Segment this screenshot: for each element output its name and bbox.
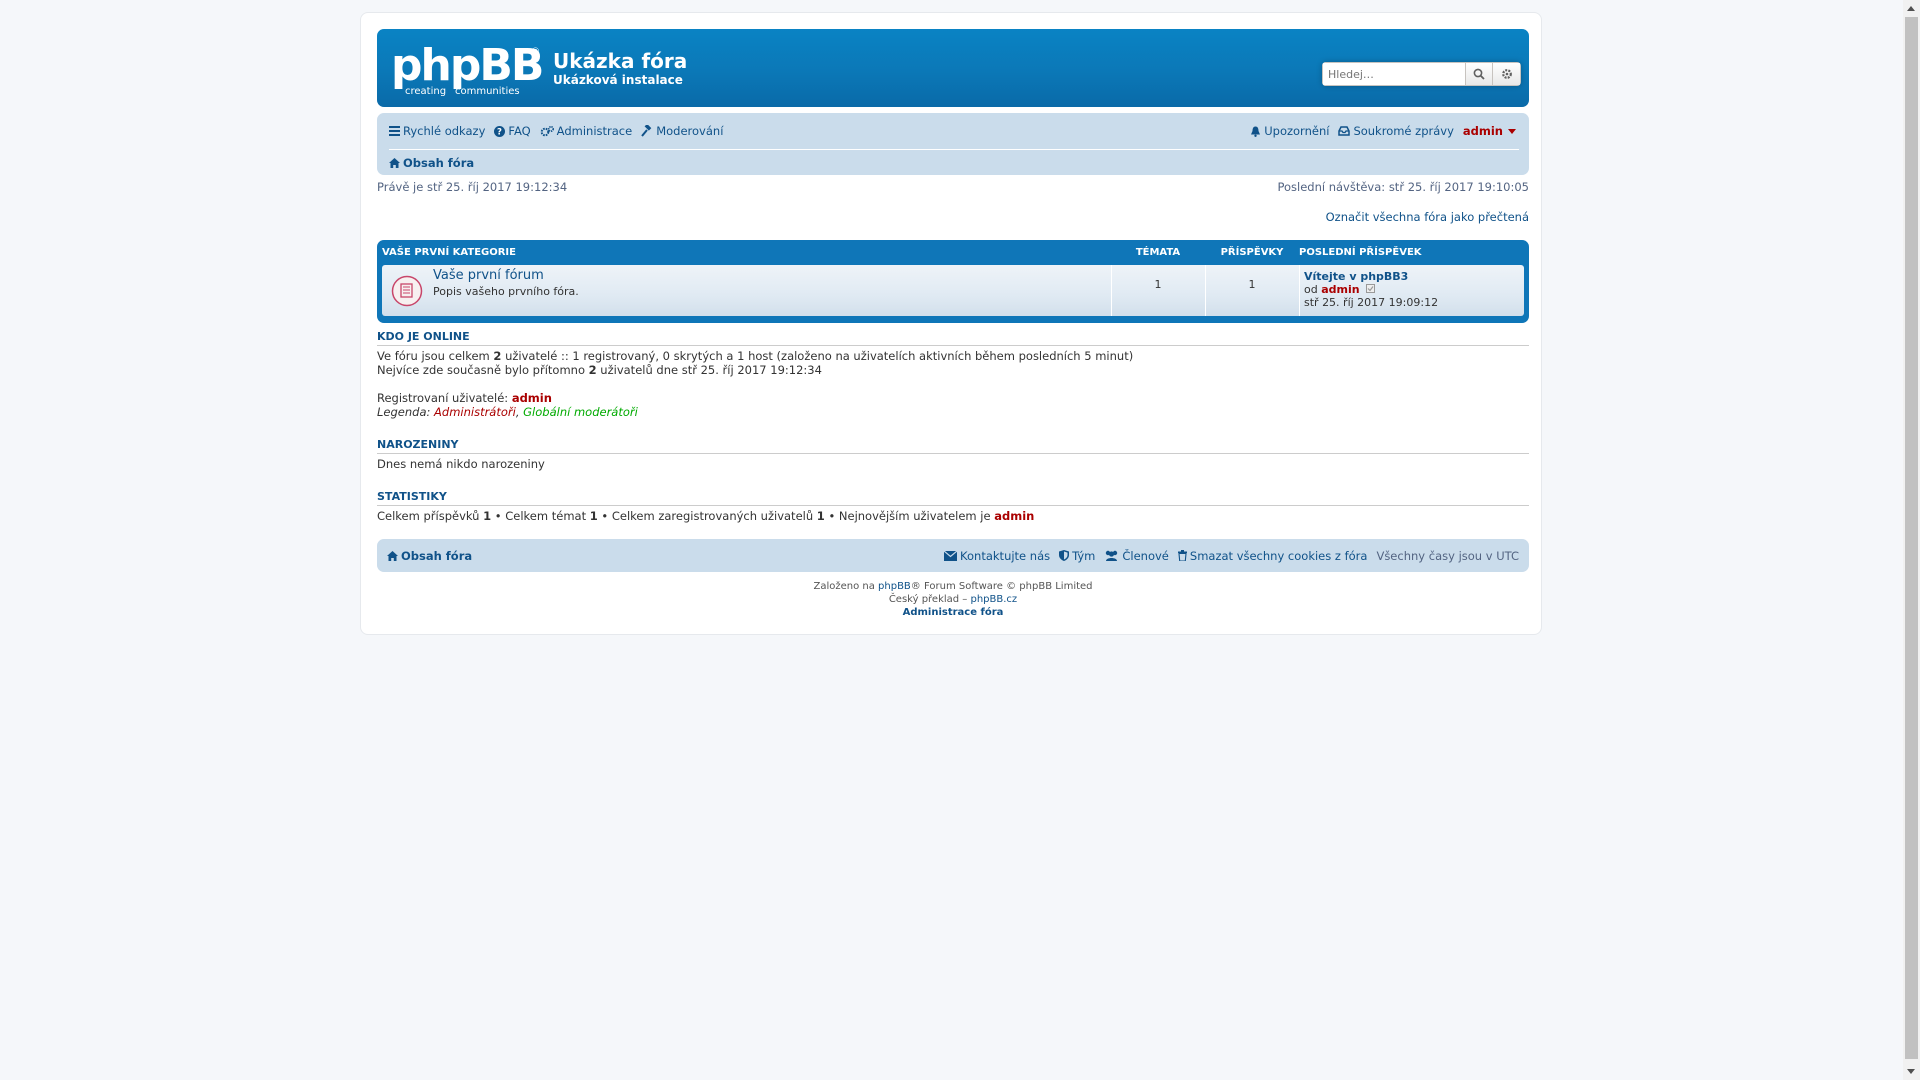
header-bar: phpBB ® creating communities Ukázka fóra… [377, 29, 1529, 107]
forum-read-icon [391, 275, 423, 307]
legend-admins-link[interactable]: Administrátoři [434, 405, 516, 419]
private-messages-link[interactable]: Soukromé zprávy [1338, 124, 1454, 138]
logo-reg: ® [531, 47, 540, 57]
faq-link[interactable]: ? FAQ [494, 124, 531, 138]
scroll-down-arrow[interactable] [1907, 1069, 1915, 1074]
newest-user-link[interactable]: admin [994, 509, 1034, 523]
svg-text:?: ? [497, 127, 502, 136]
online-line-2: Nejvíce zde současně bylo přítomno 2 uži… [377, 363, 822, 377]
birthdays-text: Dnes nemá nikdo narozeniny [377, 457, 545, 471]
search-button[interactable] [1465, 62, 1493, 86]
time-info: Právě je stř 25. říj 2017 19:12:34 Posle… [377, 180, 1529, 194]
search-box [1322, 62, 1521, 86]
phpbb-logo[interactable]: phpBB ® creating communities [391, 44, 543, 96]
who-is-online-heading[interactable]: Kdo je online [377, 330, 1529, 346]
caret-down-icon [1508, 128, 1516, 134]
forum-list: Vaše první kategorie Témata Příspěvky Po… [377, 240, 1529, 323]
search-icon [1473, 68, 1485, 80]
view-latest-post-icon[interactable] [1366, 284, 1376, 293]
phpbb-cz-link[interactable]: phpBB.cz [970, 594, 1017, 605]
gear-icon [1501, 69, 1512, 79]
legend: Legenda: Administrátoři, Globální moderá… [377, 405, 638, 419]
current-time: Právě je stř 25. říj 2017 19:12:34 [377, 180, 568, 194]
phpbb-link[interactable]: phpBB [878, 581, 911, 592]
last-post-title-link[interactable]: Vítejte v phpBB3 [1304, 270, 1408, 283]
private-messages-label: Soukromé zprávy [1353, 124, 1454, 138]
question-icon: ? [494, 125, 506, 137]
forum-title-link[interactable]: Vaše první fórum [433, 268, 544, 283]
users-icon [1106, 550, 1118, 561]
mcp-link[interactable]: Moderování [641, 124, 723, 138]
site-title[interactable]: Ukázka fóra [553, 49, 687, 73]
shield-icon [1059, 550, 1070, 561]
cogs-icon [540, 125, 554, 136]
forum-row: Vaše první fórum Popis vašeho prvního fó… [382, 265, 1524, 316]
online-line-1: Ve fóru jsou celkem 2 uživatelé :: 1 reg… [377, 349, 1134, 363]
category-title[interactable]: Vaše první kategorie [382, 244, 516, 262]
breadcrumb: Obsah fóra [389, 149, 1519, 174]
notifications-label: Upozornění [1264, 124, 1330, 138]
mark-read-row: Označit všechna fóra jako přečtená [377, 210, 1529, 224]
acp-link[interactable]: Administrace [540, 124, 633, 138]
notifications-link[interactable]: Upozornění [1250, 124, 1329, 138]
logo-tag-left: creating [405, 86, 446, 96]
legend-mods-link[interactable]: Globální moderátoři [523, 405, 638, 419]
forum-description: Popis vašeho prvního fóra. [433, 285, 579, 298]
contact-link[interactable]: Kontaktujte nás [944, 549, 1050, 563]
scroll-up-arrow[interactable] [1907, 6, 1915, 11]
registered-users: Registrovaní uživatelé: admin [377, 391, 552, 405]
col-last-post-header: Poslední příspěvek [1299, 247, 1422, 258]
col-posts-header: Příspěvky [1220, 247, 1284, 258]
logo-word: phpBB [391, 44, 542, 91]
timezone-info: Všechny časy jsou v UTC [1376, 548, 1519, 563]
bell-icon [1251, 126, 1261, 137]
registered-user-link[interactable]: admin [512, 391, 552, 405]
faq-label: FAQ [508, 124, 531, 138]
search-input[interactable] [1322, 62, 1465, 86]
inbox-icon [1338, 126, 1351, 136]
logo-tag-right: communities [455, 86, 520, 96]
navbar: Rychlé odkazy ? FAQ Administrace Moderov… [377, 113, 1529, 175]
breadcrumb-home-label: Obsah fóra [403, 156, 475, 170]
page-scrollbar[interactable] [1903, 0, 1920, 1080]
gavel-icon [641, 125, 652, 137]
quick-links-label: Rychlé odkazy [403, 124, 486, 138]
footer-home-link[interactable]: Obsah fóra [387, 549, 472, 563]
statistics-text: Celkem příspěvků 1 • Celkem témat 1 • Ce… [377, 509, 1035, 523]
col-topics-header: Témata [1135, 247, 1181, 258]
acp-label: Administrace [556, 124, 633, 138]
home-icon [387, 550, 398, 561]
breadcrumb-home[interactable]: Obsah fóra [389, 156, 474, 170]
last-post-by: od [1304, 283, 1318, 296]
scroll-thumb[interactable] [1905, 17, 1918, 1059]
copyright: Založeno na phpBB® Forum Software © phpB… [813, 581, 1093, 618]
username: admin [1462, 124, 1503, 138]
footer-navbar: Obsah fóra Kontaktujte nás Tým Členové S… [377, 539, 1529, 572]
home-icon [389, 158, 400, 168]
members-link[interactable]: Členové [1104, 549, 1169, 563]
last-visit: Poslední návštěva: stř 25. říj 2017 19:1… [1277, 180, 1529, 194]
statistics-heading: Statistiky [377, 490, 1529, 506]
mcp-label: Moderování [656, 124, 724, 138]
advanced-search-button[interactable] [1493, 62, 1521, 86]
user-menu[interactable]: admin [1463, 124, 1519, 138]
site-description: Ukázková instalace [553, 73, 683, 87]
trash-icon [1177, 550, 1187, 561]
last-post-author-link[interactable]: admin [1321, 283, 1359, 296]
admin-panel-link[interactable]: Administrace fóra [903, 607, 1004, 618]
quick-links-menu[interactable]: Rychlé odkazy [389, 124, 485, 138]
last-post-time: stř 25. říj 2017 19:09:12 [1304, 296, 1439, 309]
forum-topics-count: 1 [1154, 278, 1162, 291]
team-link[interactable]: Tým [1059, 549, 1095, 563]
delete-cookies-link[interactable]: Smazat všechny cookies z fóra [1177, 549, 1367, 563]
mark-all-read-link[interactable]: Označit všechna fóra jako přečtená [1326, 210, 1529, 224]
page-wrap: phpBB ® creating communities Ukázka fóra… [360, 12, 1542, 635]
menu-icon [389, 126, 400, 136]
birthdays-heading: Narozeniny [377, 438, 1529, 454]
last-post-block: Vítejte v phpBB3 od admin stř 25. říj 20… [1304, 270, 1438, 309]
forum-posts-count: 1 [1248, 278, 1256, 291]
envelope-icon [944, 550, 958, 561]
